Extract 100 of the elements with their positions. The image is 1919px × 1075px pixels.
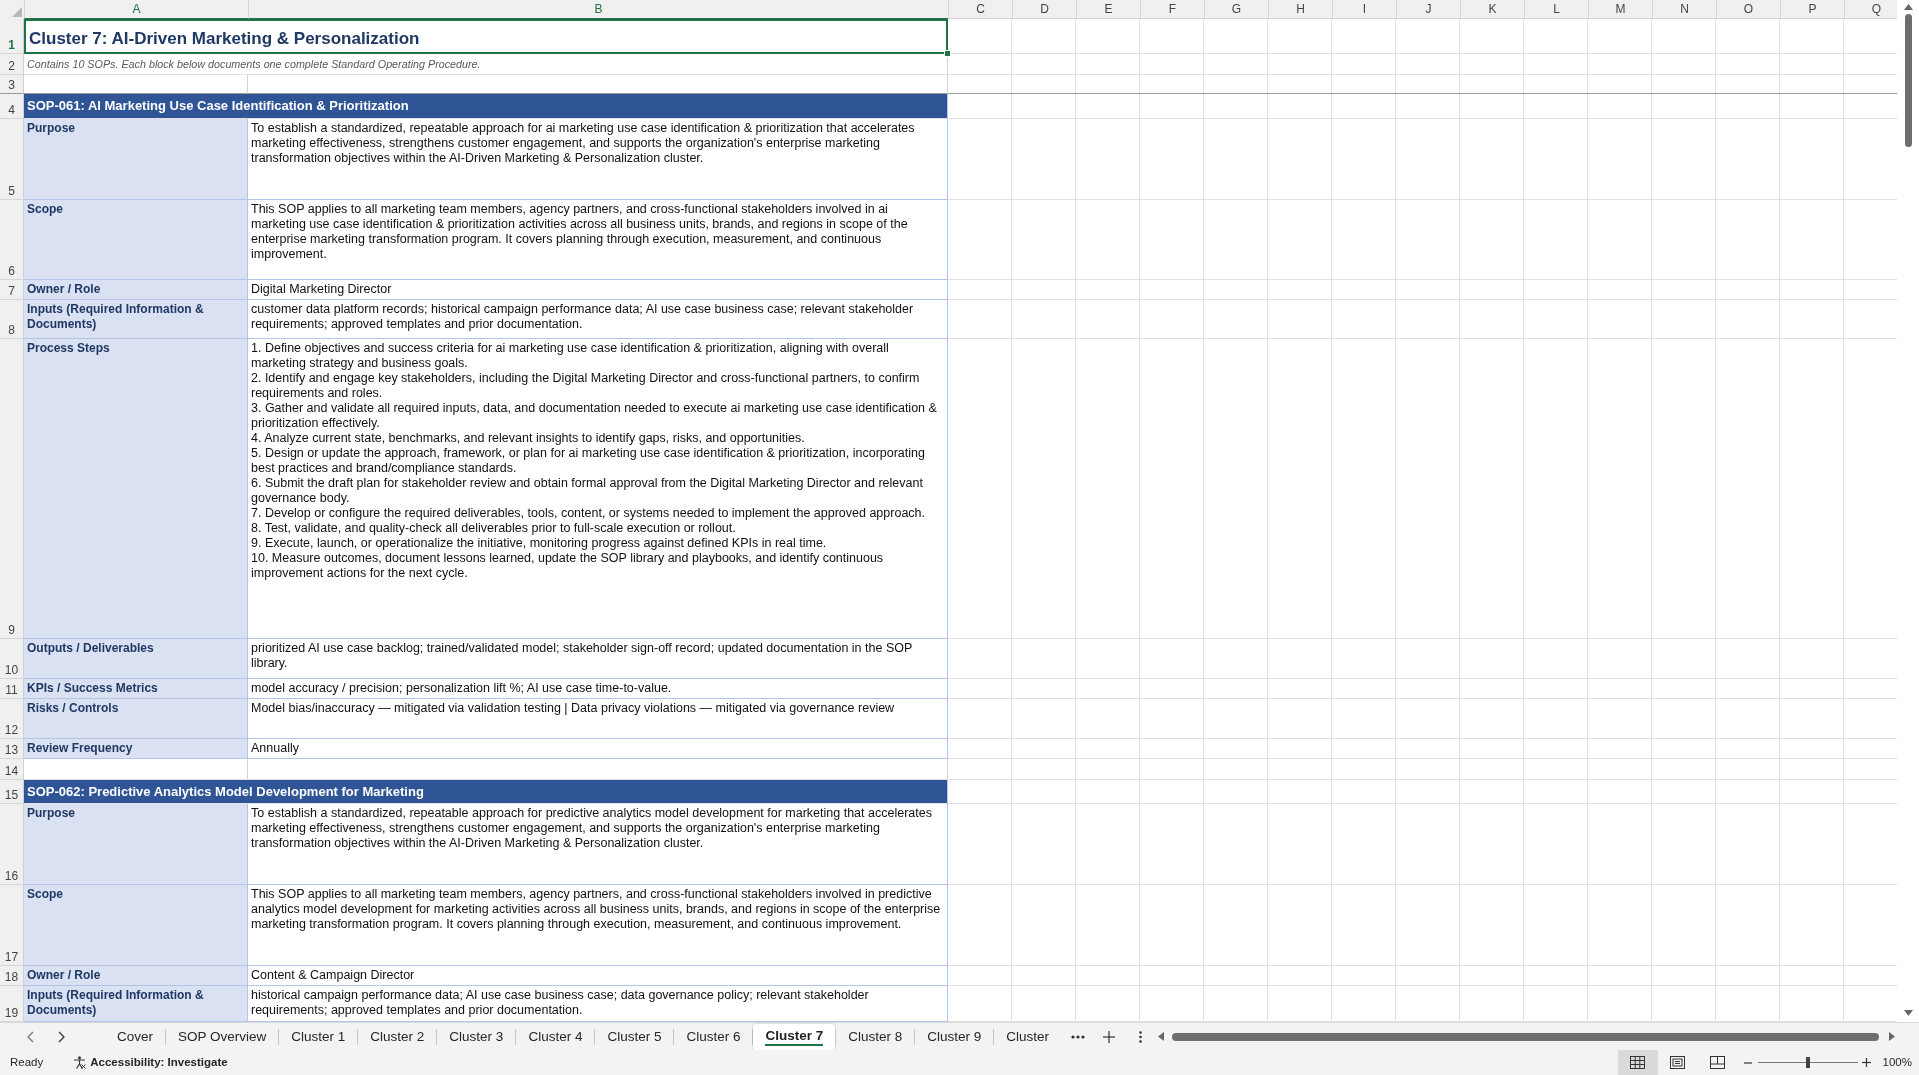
process-step: 10. Measure outcomes, document lessons learned, update the SOP library and playbooks, and identify continuous improvement actions for the next cycle.: [251, 551, 944, 581]
page-break-icon: [1710, 1056, 1726, 1069]
row-header[interactable]: 1: [0, 19, 24, 54]
row-header[interactable]: 7: [0, 280, 24, 300]
chevron-right-icon[interactable]: [58, 1030, 65, 1043]
row-header[interactable]: 9: [0, 339, 24, 639]
sheet-tab[interactable]: Cluster 3: [437, 1023, 516, 1050]
field-label: Outputs / Deliverables: [24, 639, 248, 679]
field-label: Purpose: [24, 804, 248, 885]
scroll-right-icon[interactable]: [1889, 1032, 1895, 1041]
field-label: Inputs (Required Information & Documents): [24, 300, 248, 339]
field-label: Process Steps: [24, 339, 248, 639]
row-header[interactable]: 17: [0, 885, 24, 966]
field-value: Annually: [248, 739, 948, 759]
zoom-slider-thumb[interactable]: [1805, 1057, 1810, 1068]
column-header[interactable]: O: [1716, 0, 1780, 19]
ellipsis-icon[interactable]: [1071, 1034, 1086, 1039]
row-header[interactable]: 13: [0, 739, 24, 759]
page-layout-icon: [1670, 1056, 1686, 1069]
row-header[interactable]: 6: [0, 200, 24, 280]
row-header[interactable]: 3: [0, 75, 24, 94]
row-header[interactable]: 11: [0, 679, 24, 699]
row-header[interactable]: 2: [0, 54, 24, 75]
zoom-slider-track[interactable]: [1757, 1057, 1858, 1068]
field-label: Scope: [24, 200, 248, 280]
sheet-tab[interactable]: Cluster 9: [915, 1023, 994, 1050]
column-header[interactable]: M: [1588, 0, 1652, 19]
process-step: 6. Submit the draft plan for stakeholder review and obtain formal approval from the Digital Marketing Director and relevant governance body.: [251, 476, 944, 506]
section-heading: SOP-061: AI Marketing Use Case Identification & Prioritization: [24, 94, 948, 119]
field-label: Owner / Role: [24, 966, 248, 986]
vertical-scroll-thumb[interactable]: [1904, 14, 1912, 147]
row-header[interactable]: 5: [0, 119, 24, 200]
row-header[interactable]: 10: [0, 639, 24, 679]
scroll-left-icon[interactable]: [1158, 1032, 1165, 1041]
column-header[interactable]: K: [1460, 0, 1524, 19]
column-header[interactable]: C: [948, 0, 1012, 19]
sheet-tab[interactable]: Cover: [105, 1023, 165, 1050]
column-header[interactable]: J: [1396, 0, 1460, 19]
sheet-tab[interactable]: Cluster 2: [358, 1023, 437, 1050]
process-step: 4. Analyze current state, benchmarks, and relevant insights to identify gaps, risks, and opportunities.: [251, 431, 944, 446]
row-header[interactable]: 12: [0, 699, 24, 739]
scroll-up-icon[interactable]: [1903, 4, 1913, 10]
field-label: Risks / Controls: [24, 699, 248, 739]
field-label: Scope: [24, 885, 248, 966]
field-label: Inputs (Required Information & Documents): [24, 986, 248, 1022]
field-label: Purpose: [24, 119, 248, 200]
field-value: Digital Marketing Director: [248, 280, 948, 300]
field-value: This SOP applies to all marketing team members, agency partners, and cross-functional stakeholders involved in ai marketing use case identification & prioritization activities across all business units, brands, and regions in scope of the enterprise marketing transformation program. It covers planning through execution, measurement, and continuous improvement.: [248, 200, 948, 280]
column-header[interactable]: I: [1332, 0, 1396, 19]
sheet-tab[interactable]: SOP Overview: [166, 1023, 279, 1050]
grid-icon: [1630, 1056, 1646, 1069]
process-step: 2. Identify and engage key stakeholders, including the Digital Marketing Director and cross-functional partners, to confirm requirements and roles.: [251, 371, 944, 401]
process-step: 5. Design or update the approach, framework, or plan for ai marketing use case identification & prioritization, incorporating best practices and brand/compliance standards.: [251, 446, 944, 476]
sheet-tab[interactable]: Cluster: [994, 1023, 1062, 1050]
horizontal-scroll-thumb[interactable]: [1172, 1032, 1879, 1041]
column-header[interactable]: D: [1012, 0, 1076, 19]
fill-handle[interactable]: [944, 50, 951, 57]
chevron-left-icon[interactable]: [27, 1030, 34, 1043]
field-label: Owner / Role: [24, 280, 248, 300]
sheet-title: Cluster 7: AI-Driven Marketing & Personalization: [29, 28, 420, 49]
accessibility-icon[interactable]: [73, 1056, 87, 1069]
field-value: Content & Campaign Director: [248, 966, 948, 986]
field-value: This SOP applies to all marketing team members, agency partners, and cross-functional stakeholders involved in predictive analytics model development for marketing activities across all business units, brands, and regions in scope of the enterprise marketing transformation program. It covers planning through execution, measurement, and continuous improvement.: [248, 885, 948, 966]
row-header[interactable]: 18: [0, 966, 24, 986]
column-header[interactable]: P: [1780, 0, 1844, 19]
column-header[interactable]: F: [1140, 0, 1204, 19]
row-header[interactable]: 19: [0, 986, 24, 1022]
process-step: 9. Execute, launch, or operationalize the initiative, monitoring progress against defined KPIs in real time.: [251, 536, 944, 551]
row-header[interactable]: 4: [0, 94, 24, 119]
sheet-tab[interactable]: Cluster 4: [516, 1023, 595, 1050]
column-header[interactable]: B: [248, 0, 948, 19]
column-header[interactable]: E: [1076, 0, 1140, 19]
plus-icon[interactable]: [1861, 1058, 1871, 1067]
column-header[interactable]: L: [1524, 0, 1588, 19]
sheet-tab[interactable]: Cluster 5: [595, 1023, 674, 1050]
field-label: Review Frequency: [24, 739, 248, 759]
column-header[interactable]: N: [1652, 0, 1716, 19]
row-header[interactable]: 8: [0, 300, 24, 339]
section-heading: SOP-062: Predictive Analytics Model Development for Marketing: [24, 780, 948, 804]
zoom-percentage[interactable]: 100%: [1882, 1053, 1912, 1072]
process-step: 8. Test, validate, and quality-check all deliverables prior to full-scale execution or rollout.: [251, 521, 944, 536]
scroll-down-icon[interactable]: [1903, 1010, 1913, 1016]
column-header[interactable]: H: [1268, 0, 1332, 19]
sheet-tab[interactable]: Cluster 8: [836, 1023, 915, 1050]
process-step: 1. Define objectives and success criteria for ai marketing use case identification & prioritization, aligning with overall marketing strategy and business goals.: [251, 341, 944, 371]
vertical-dots-icon[interactable]: [1139, 1030, 1143, 1043]
column-header[interactable]: G: [1204, 0, 1268, 19]
row-header[interactable]: 16: [0, 804, 24, 885]
process-step: 7. Develop or configure the required deliverables, tools, content, or systems needed to implement the approved approach.: [251, 506, 944, 521]
plus-icon[interactable]: [1103, 1030, 1116, 1043]
row-header[interactable]: 14: [0, 759, 24, 780]
sheet-tab[interactable]: Cluster 6: [674, 1023, 753, 1050]
view-button[interactable]: [1617, 1050, 1658, 1075]
sheet-tab[interactable]: Cluster 1: [279, 1023, 358, 1050]
column-header[interactable]: A: [24, 0, 248, 19]
field-value: model accuracy / precision; personalization lift %; AI use case time-to-value.: [248, 679, 948, 699]
status-text: Ready: [10, 1054, 44, 1070]
sheet-tab[interactable]: Cluster 7: [753, 1023, 836, 1050]
row-header[interactable]: 15: [0, 780, 24, 804]
accessibility-link[interactable]: Accessibility: Investigate: [90, 1053, 228, 1072]
